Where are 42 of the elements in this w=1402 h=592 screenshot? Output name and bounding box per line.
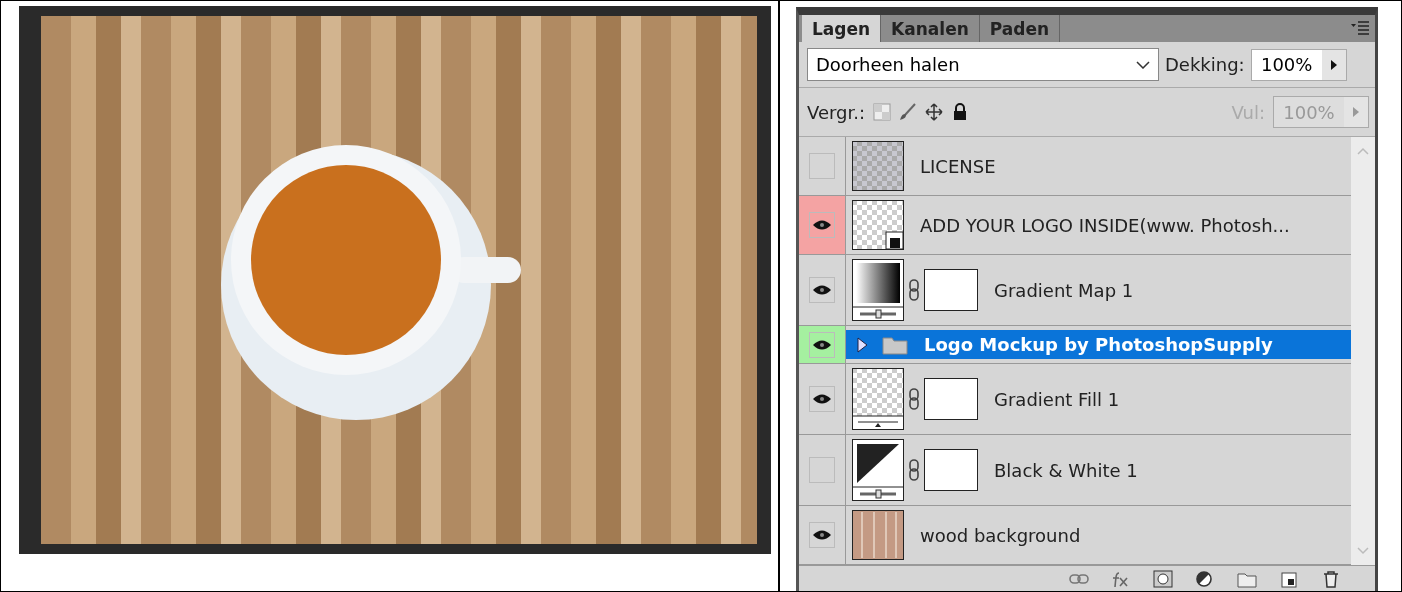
expand-caret-icon[interactable] bbox=[856, 336, 868, 353]
lock-label: Vergr.: bbox=[807, 101, 866, 123]
layer-row[interactable]: wood background bbox=[799, 506, 1351, 565]
fx-icon[interactable] bbox=[1111, 569, 1131, 588]
eye-icon bbox=[812, 338, 832, 351]
eye-icon bbox=[812, 284, 832, 296]
visibility-toggle[interactable] bbox=[809, 153, 835, 179]
visibility-toggle[interactable] bbox=[809, 277, 835, 303]
eye-icon bbox=[812, 529, 832, 541]
eye-icon bbox=[812, 393, 832, 405]
layer-name: ADD YOUR LOGO INSIDE(www. Photosh... bbox=[920, 214, 1290, 236]
move-icon[interactable] bbox=[925, 103, 944, 121]
trash-icon[interactable] bbox=[1321, 569, 1341, 588]
mask-icon[interactable] bbox=[1153, 569, 1173, 588]
triangle-right-icon[interactable] bbox=[1329, 59, 1338, 70]
visibility-toggle[interactable] bbox=[809, 212, 835, 238]
visibility-toggle[interactable] bbox=[809, 331, 835, 358]
layer-name: Gradient Map 1 bbox=[994, 279, 1134, 301]
visibility-toggle[interactable] bbox=[809, 386, 835, 412]
layer-row[interactable]: ADD YOUR LOGO INSIDE(www. Photosh... bbox=[799, 196, 1351, 255]
new-layer-icon[interactable] bbox=[1279, 569, 1299, 588]
brush-icon[interactable] bbox=[899, 103, 918, 121]
panel-tab[interactable]: Lagen bbox=[802, 15, 882, 42]
chevron-down-icon bbox=[1136, 60, 1150, 69]
layer-name: Black & White 1 bbox=[994, 459, 1138, 481]
opacity-field[interactable]: 100% bbox=[1250, 48, 1347, 81]
layer-name: wood background bbox=[920, 524, 1081, 546]
visibility-toggle[interactable] bbox=[809, 457, 835, 483]
eye-icon bbox=[812, 219, 832, 231]
layer-row[interactable]: Gradient Map 1 bbox=[799, 255, 1351, 326]
blend-mode-dropdown[interactable]: Doorheen halen bbox=[807, 48, 1159, 81]
opacity-label: Dekking: bbox=[1165, 54, 1245, 75]
visibility-toggle[interactable] bbox=[809, 522, 835, 548]
layer-row[interactable]: Gradient Fill 1 bbox=[799, 364, 1351, 435]
layer-row[interactable]: Black & White 1 bbox=[799, 435, 1351, 506]
layer-name: LICENSE bbox=[920, 155, 996, 177]
layer-name: Gradient Fill 1 bbox=[994, 388, 1120, 410]
layer-row[interactable]: LICENSE bbox=[799, 137, 1351, 196]
checker-icon[interactable] bbox=[873, 103, 892, 121]
half-circle-icon[interactable] bbox=[1195, 569, 1215, 588]
layer-name: Logo Mockup by PhotoshopSupply bbox=[924, 334, 1273, 355]
menu-icon[interactable] bbox=[1351, 21, 1369, 35]
